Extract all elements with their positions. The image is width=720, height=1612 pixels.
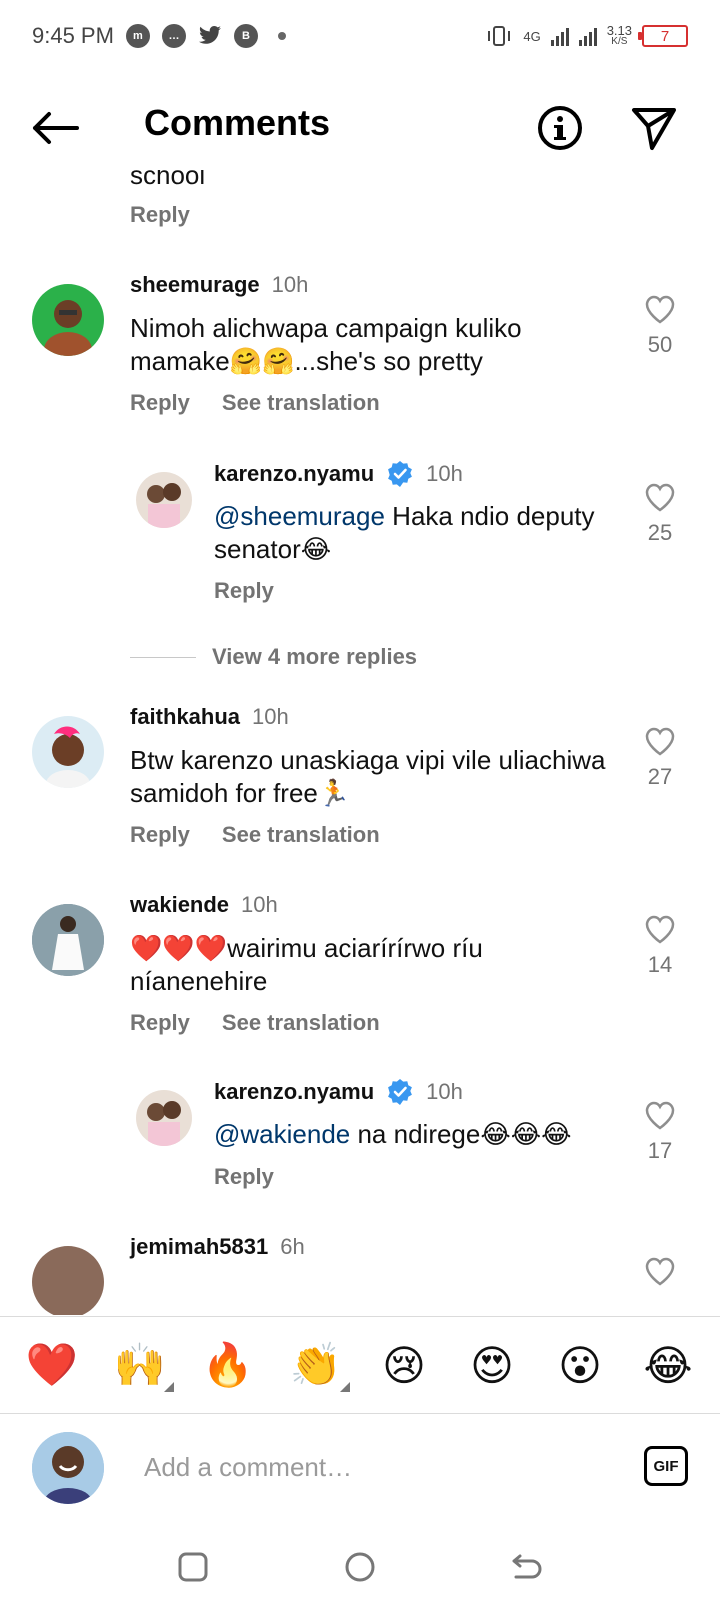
comment-username[interactable]: wakiende — [130, 892, 229, 918]
send-icon — [632, 108, 676, 150]
back-button[interactable] — [28, 106, 82, 150]
mi-app-icon: m — [125, 24, 150, 48]
vibrate-icon — [488, 26, 511, 46]
like-count: 50 — [647, 332, 673, 357]
see-translation-button[interactable]: See translation — [222, 822, 380, 848]
home-button[interactable] — [340, 1547, 380, 1587]
bolt-app-icon: B — [233, 24, 258, 48]
see-translation-button[interactable]: See translation — [222, 1010, 380, 1036]
emoji-reaction-bar: ❤️ 🙌 🔥 👏 😢 😍 😮 😂 — [0, 1316, 720, 1414]
info-button[interactable] — [536, 104, 584, 152]
recents-button[interactable] — [173, 1547, 213, 1587]
verified-badge-icon — [388, 1079, 413, 1105]
comment-text: @wakiende na ndirege😂😂😂 — [214, 1119, 572, 1149]
status-bar: 9:45 PM m … B 4G 3.13 K/S 7 — [0, 0, 720, 72]
reply-button[interactable]: Reply — [130, 390, 190, 416]
fire-emoji-button[interactable]: 🔥 — [198, 1340, 258, 1390]
avatar[interactable] — [136, 1090, 192, 1146]
crying-face-emoji-button[interactable]: 😢 — [374, 1341, 434, 1390]
speed-unit: K/S — [611, 36, 628, 47]
back-nav-button[interactable] — [507, 1547, 547, 1587]
tears-of-joy-emoji-button[interactable]: 😂 — [638, 1341, 698, 1390]
current-user-avatar[interactable] — [32, 1432, 104, 1504]
header: Comments — [0, 88, 720, 170]
comment-username[interactable]: karenzo.nyamu — [214, 1079, 374, 1105]
comment-text: Btw karenzo unaskiaga vipi vile uliachiw… — [130, 745, 606, 808]
comment-time: 10h — [426, 1079, 463, 1104]
like-count: 14 — [647, 952, 673, 977]
comment-time: 10h — [426, 461, 463, 486]
heart-icon[interactable] — [644, 482, 676, 512]
twitter-icon — [198, 26, 221, 44]
see-translation-button[interactable]: See translation — [222, 390, 380, 416]
surprised-face-emoji-button[interactable]: 😮 — [550, 1341, 610, 1390]
home-circle-icon — [345, 1552, 375, 1582]
reply-button[interactable]: Reply — [214, 1164, 274, 1190]
divider — [130, 656, 196, 658]
heart-icon[interactable] — [644, 1256, 676, 1286]
heart-icon[interactable] — [644, 1100, 676, 1130]
info-icon — [538, 106, 582, 150]
message-icon: … — [161, 24, 186, 48]
comments-list[interactable]: school Reply sheemurage 10h Nimoh alichw… — [0, 170, 720, 1315]
battery-icon: 7 — [638, 25, 688, 47]
avatar[interactable] — [136, 472, 192, 528]
verified-badge-icon — [388, 461, 413, 487]
like-count: 17 — [647, 1138, 673, 1163]
reply-button[interactable]: Reply — [130, 202, 190, 228]
skin-tone-indicator-icon — [164, 1382, 174, 1392]
comment-time: 6h — [280, 1234, 305, 1259]
comment-username[interactable]: karenzo.nyamu — [214, 461, 374, 487]
share-button[interactable] — [630, 104, 678, 152]
view-more-replies-label: View 4 more replies — [212, 644, 418, 669]
comment-text: @sheemurage Haka ndio deputy senator😂 — [214, 501, 595, 564]
comment-text: ❤️❤️❤️wairimu aciarírírwo ríu níanenehir… — [130, 933, 483, 996]
notification-dot — [277, 32, 286, 40]
reply-button[interactable]: Reply — [214, 578, 274, 604]
clapping-hands-emoji-button[interactable]: 👏 — [286, 1340, 350, 1392]
reply-button[interactable]: Reply — [130, 822, 190, 848]
view-more-replies-button[interactable]: View 4 more replies — [130, 644, 417, 670]
cut-off-comment-text: school — [130, 170, 206, 190]
comment-username[interactable]: faithkahua — [130, 704, 240, 730]
comment-time: 10h — [271, 272, 309, 297]
avatar[interactable] — [32, 1246, 104, 1315]
recents-square-icon — [178, 1552, 208, 1582]
back-nav-icon — [512, 1554, 542, 1579]
page-title: Comments — [144, 102, 331, 143]
heart-icon[interactable] — [644, 726, 676, 756]
heart-eyes-emoji-button[interactable]: 😍 — [462, 1341, 522, 1390]
red-heart-emoji-button[interactable]: ❤️ — [22, 1340, 82, 1390]
reply-button[interactable]: Reply — [130, 1010, 190, 1036]
avatar[interactable] — [32, 716, 104, 788]
mention-link[interactable]: @sheemurage — [214, 501, 385, 531]
network-type: 4G — [523, 28, 541, 44]
comment-time: 10h — [241, 892, 278, 917]
avatar[interactable] — [32, 284, 104, 356]
heart-icon[interactable] — [644, 294, 676, 324]
avatar[interactable] — [32, 904, 104, 976]
status-time: 9:45 PM — [32, 23, 114, 48]
comment-username[interactable]: jemimah5831 — [130, 1234, 268, 1260]
like-count: 27 — [647, 764, 673, 789]
arrow-left-icon — [33, 112, 79, 144]
comment-input[interactable] — [144, 1442, 594, 1492]
skin-tone-indicator-icon — [340, 1382, 350, 1392]
speed-value: 3.13 — [606, 23, 632, 38]
signal-icon — [550, 26, 569, 46]
comment-composer: GIF — [0, 1414, 720, 1522]
system-navigation-bar — [0, 1522, 720, 1612]
heart-icon[interactable] — [644, 914, 676, 944]
comment-text: Nimoh alichwapa campaign kuliko mamake🤗🤗… — [130, 313, 522, 376]
like-count: 25 — [647, 520, 673, 545]
signal-icon-2 — [578, 26, 597, 46]
mention-link[interactable]: @wakiende — [214, 1119, 350, 1149]
raising-hands-emoji-button[interactable]: 🙌 — [110, 1340, 174, 1392]
gif-button[interactable]: GIF — [644, 1446, 688, 1486]
comment-username[interactable]: sheemurage — [130, 272, 260, 298]
comment-time: 10h — [252, 704, 289, 729]
